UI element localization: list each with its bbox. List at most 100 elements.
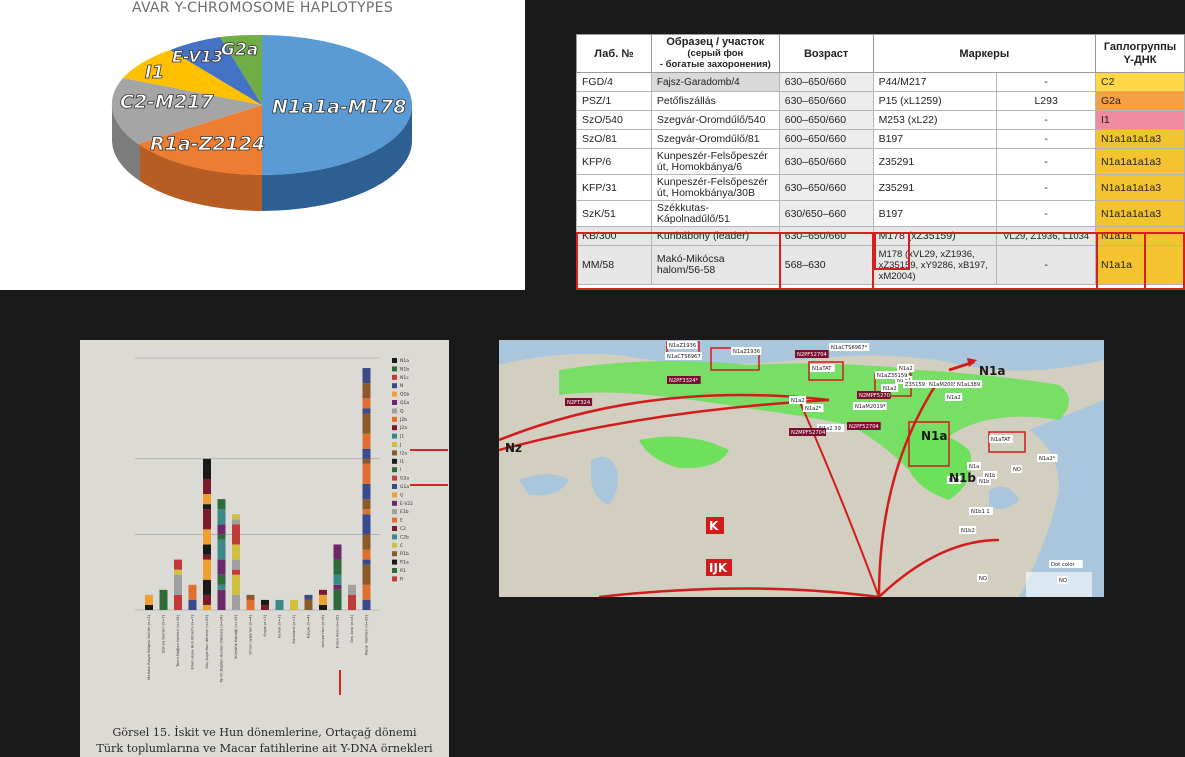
book-page-photo: Merkezi Rusya Bölgesi İskitler (n=3) Sibi… bbox=[80, 340, 449, 757]
map-label: NO bbox=[1059, 578, 1067, 584]
bar-segment bbox=[362, 484, 371, 500]
legend-label: C2 bbox=[400, 526, 406, 532]
cell-haplogroup: C2 bbox=[1095, 72, 1185, 92]
header-lab: Лаб. № bbox=[576, 34, 652, 73]
legend-swatch bbox=[392, 391, 397, 397]
bar-segment bbox=[333, 544, 342, 560]
header-hg-line2: Y-ДНК bbox=[1123, 53, 1157, 66]
legend-label: I bbox=[400, 467, 401, 473]
cell-age: 630/650–660 bbox=[778, 200, 874, 227]
table-row: MM/58 Makó-Mikócsa halom/56-58 568–630 M… bbox=[576, 245, 1185, 285]
cell-haplogroup: N1a1a bbox=[1095, 226, 1185, 246]
bar-segment bbox=[203, 579, 211, 595]
bar-segment bbox=[159, 589, 168, 610]
bar-segment bbox=[174, 569, 182, 575]
cell-marker: P15 (xL1259) bbox=[872, 91, 998, 111]
bar-segment bbox=[203, 478, 211, 495]
pie-label-i1: I1 bbox=[145, 62, 164, 83]
bar-category-label: Avrupa Hun (n=6) bbox=[321, 614, 325, 647]
legend-label: J bbox=[399, 442, 401, 448]
bar-segment bbox=[362, 383, 371, 399]
bar-segment bbox=[362, 413, 371, 434]
legend-swatch bbox=[392, 400, 397, 405]
table-header-row: Лаб. № Образец / участок (серый фон - бо… bbox=[576, 34, 1185, 73]
table-row: SzO/540 Szegvár-Oromdűlő/540 600–650/660… bbox=[576, 110, 1185, 130]
legend-label: E1b bbox=[400, 509, 409, 515]
pie-label-n1a1a: N1a1a-M178 bbox=[272, 96, 406, 118]
legend-swatch bbox=[392, 467, 397, 473]
cell-haplogroup: N1a1a1a1a3 bbox=[1095, 148, 1185, 175]
legend-swatch bbox=[392, 425, 397, 431]
legend-label: I2a bbox=[400, 450, 407, 456]
bar-segment bbox=[232, 569, 240, 575]
pie-label-g2a: G2a bbox=[221, 40, 258, 60]
cell-marker2: - bbox=[996, 72, 1096, 92]
cell-site: Szegvár-Oromdűlő/81 bbox=[650, 129, 780, 149]
map-label: N1b1 1 bbox=[971, 509, 990, 515]
legend-swatch bbox=[392, 542, 397, 548]
bar-segment bbox=[174, 594, 182, 610]
pie-chart-svg: N1a1a-M178 R1a-Z2124 C2-M217 I1 E-V13 G2… bbox=[111, 34, 412, 211]
cell-haplogroup: I1 bbox=[1095, 110, 1185, 130]
map-label: N1aM2019* bbox=[855, 404, 886, 410]
cell-age: 630–650/660 bbox=[778, 91, 874, 111]
bar-segment bbox=[290, 599, 298, 610]
legend-swatch bbox=[392, 517, 397, 523]
cell-marker2: - bbox=[996, 174, 1096, 201]
legend-swatch bbox=[392, 358, 397, 363]
bar-segment bbox=[362, 433, 371, 449]
pie-label-c2: C2-M217 bbox=[120, 91, 214, 113]
cell-age: 600–650/660 bbox=[778, 110, 874, 130]
cell-lab: SzO/81 bbox=[576, 129, 652, 149]
table-row: PSZ/1 Petőfiszállás 630–650/660 P15 (xL1… bbox=[576, 91, 1185, 111]
bar-segment bbox=[362, 564, 371, 585]
bar-segment bbox=[217, 559, 226, 575]
caption-line1: Görsel 15. İskit ve Hun dönemlerine, Ort… bbox=[112, 726, 417, 739]
bar-category-label: Tarım Dağları İskitleri (n=15) bbox=[175, 614, 180, 668]
bar-segment bbox=[333, 559, 342, 575]
bar-segment bbox=[217, 539, 226, 560]
bar-segment bbox=[174, 559, 182, 570]
map-label: K bbox=[709, 519, 719, 533]
legend-label: G bbox=[400, 492, 404, 498]
header-age: Возраст bbox=[778, 34, 874, 73]
legend-label: J2b bbox=[399, 417, 407, 423]
bar-segment bbox=[362, 499, 371, 510]
cell-site: Petőfiszállás bbox=[650, 91, 780, 111]
bar-segment bbox=[319, 594, 327, 605]
header-sample-line2: (серый фон bbox=[687, 48, 744, 59]
legend-label: R1 bbox=[400, 568, 406, 574]
bar-segment bbox=[203, 604, 211, 610]
legend-label: Q bbox=[400, 408, 404, 414]
cell-haplogroup: N1a1a1a1a3 bbox=[1095, 200, 1185, 227]
bar-segment bbox=[217, 524, 226, 535]
legend-label: I1 bbox=[400, 459, 404, 465]
cell-marker2: - bbox=[996, 200, 1096, 227]
bar-segment bbox=[319, 604, 327, 610]
bar-category-label: Merkezi Rusya Bölgesi İskitler (n=3) bbox=[146, 614, 151, 679]
bar-segment bbox=[333, 584, 342, 590]
bar-segment bbox=[232, 594, 240, 610]
map-label: N2FT324 bbox=[567, 400, 591, 406]
bar-segment bbox=[362, 599, 371, 610]
cell-site: Székkutas-Kápolnadűlő/51 bbox=[650, 200, 780, 227]
cell-lab: SzK/51 bbox=[576, 200, 652, 227]
legend-swatch bbox=[392, 408, 397, 414]
cell-site: Kunbábony (leader) bbox=[650, 226, 780, 246]
map-label: N1aTAT bbox=[991, 437, 1011, 443]
bar-segment bbox=[261, 599, 269, 605]
cell-marker2: - bbox=[996, 129, 1096, 149]
bar-segment bbox=[261, 604, 269, 610]
map-label: IJK bbox=[709, 561, 728, 575]
figure-caption: Görsel 15. İskit ve Hun dönemlerine, Ort… bbox=[80, 725, 449, 757]
legend-label: C2b bbox=[400, 534, 409, 540]
pie-label-ev13: E-V13 bbox=[172, 47, 223, 66]
bar-segment bbox=[348, 584, 356, 595]
legend-swatch bbox=[392, 500, 397, 506]
header-hg-line1: Гаплогруппы bbox=[1103, 40, 1177, 53]
cell-marker: Z35291 bbox=[872, 174, 998, 201]
bar-segment bbox=[203, 494, 211, 505]
cell-site: Kunpeszér-Felsőpeszér út, Homokbánya/30B bbox=[650, 174, 780, 201]
bar-segment bbox=[203, 594, 211, 605]
bar-segment bbox=[232, 574, 240, 595]
